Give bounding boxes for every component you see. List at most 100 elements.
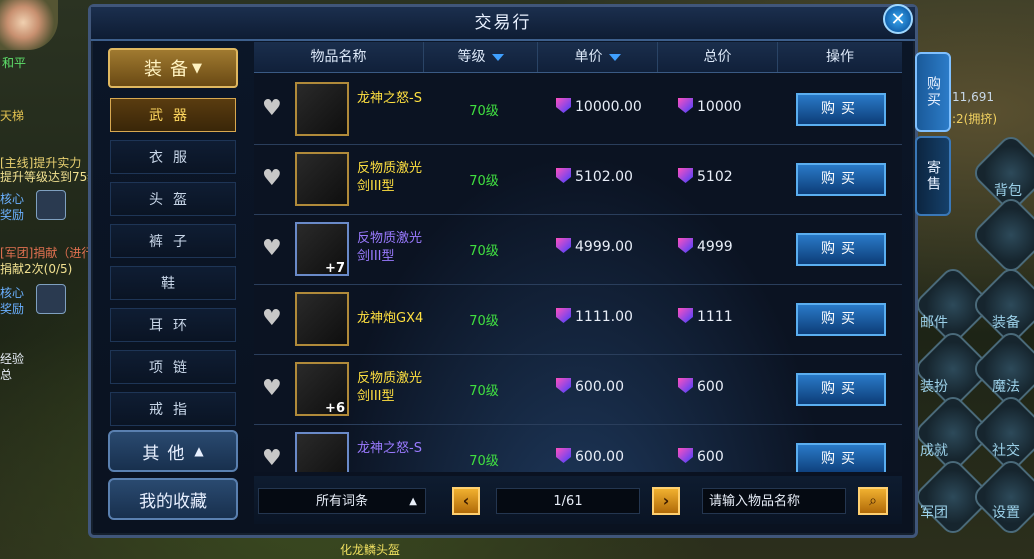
heart-icon[interactable]: ♥ [262,238,286,260]
item-table: 物品名称 等级 单价 总价 操作 ♥ 龙神之怒-S 70级 10000.00 1… [254,42,902,472]
channel-status[interactable]: :2(拥挤) [952,110,997,127]
reward-item-icon[interactable] [36,190,66,220]
category-other[interactable]: 其他 ▲ [108,430,238,472]
col-unit-price[interactable]: 单价 [538,42,658,72]
quest-legion-title[interactable]: [军团]捐献（进行 [0,244,93,261]
outfit-label: 装扮 [920,379,948,395]
search-input[interactable]: 请输入物品名称 [702,488,846,514]
heart-icon[interactable]: ♥ [262,168,286,190]
social-icon[interactable] [969,391,1034,475]
quest-main-desc: 提升等级达到75级 [0,170,100,184]
table-row[interactable]: ♥ 龙神之怒-S 70级 600.00 600 购买 [254,426,902,472]
ladder-label[interactable]: 天梯 [0,107,24,124]
total-price-value: 4999 [697,239,733,255]
unit-price-value: 600.00 [575,449,624,465]
total-price: 4999 [678,238,733,255]
buy-button[interactable]: 购买 [796,303,886,336]
buy-button[interactable]: 购买 [796,233,886,266]
category-item-earring[interactable]: 耳环 [110,308,236,342]
category-item-helmet[interactable]: 头盔 [110,182,236,216]
heart-icon[interactable]: ♥ [262,98,286,120]
tab-consign[interactable]: 寄售 [915,136,951,216]
item-name: 反物质激光剑III型 [357,371,423,404]
unit-price: 4999.00 [556,238,633,255]
filter-dropdown[interactable]: 所有词条 ▲ [258,488,426,514]
total-price: 600 [678,378,724,395]
col-name: 物品名称 [254,42,424,72]
legion-label: 军团 [920,505,948,521]
table-row[interactable]: ♥ +7 反物质激光剑III型 70级 4999.00 4999 购买 [254,216,902,285]
category-item-clothes[interactable]: 衣服 [110,140,236,174]
gear-icon[interactable] [969,193,1034,277]
category-item-shoes[interactable]: 鞋 [110,266,236,300]
item-level: 70级 [469,314,499,329]
buy-button[interactable]: 购买 [796,443,886,472]
equipment-icon[interactable] [969,263,1034,347]
item-slot[interactable]: +7 [295,222,349,276]
col-level[interactable]: 等级 [424,42,538,72]
table-row[interactable]: ♥ 龙神之怒-S 70级 10000.00 10000 购买 [254,76,902,145]
buy-button[interactable]: 购买 [796,163,886,196]
unit-price-value: 600.00 [575,379,624,395]
settings-icon[interactable] [969,455,1034,539]
category-equipment[interactable]: 装备 ▼ [108,48,238,88]
category-item-necklace[interactable]: 项链 [110,350,236,384]
col-total-price: 总价 [658,42,778,72]
unit-price: 600.00 [556,378,624,395]
item-slot[interactable] [295,292,349,346]
gem-icon [678,448,693,463]
settings-label: 设置 [992,505,1020,521]
gem-icon [678,308,693,323]
item-slot[interactable] [295,432,349,472]
window-title: 交易行 [91,7,915,41]
gem-icon [556,98,571,113]
table-header: 物品名称 等级 单价 总价 操作 [254,42,902,73]
heart-icon[interactable]: ♥ [262,308,286,330]
total-price: 600 [678,448,724,465]
reward-item-icon[interactable] [36,284,66,314]
col-action: 操作 [826,49,854,65]
next-page-button[interactable]: › [652,487,680,515]
chevron-up-icon: ▲ [194,444,204,458]
pk-status[interactable]: 和平 [2,54,26,71]
prev-page-button[interactable]: ‹ [452,487,480,515]
col-unit-price-label: 单价 [574,49,603,65]
table-row[interactable]: ♥ 反物质激光剑III型 70级 5102.00 5102 购买 [254,146,902,215]
bottom-item-text: 化龙鳞头盔 [340,543,401,557]
heart-icon[interactable]: ♥ [262,378,286,400]
close-icon[interactable]: ✕ [883,4,913,34]
table-row[interactable]: ♥ +6 反物质激光剑III型 70级 600.00 600 购买 [254,356,902,425]
buy-button[interactable]: 购买 [796,93,886,126]
item-level: 70级 [469,244,499,259]
bag-label: 背包 [994,183,1022,199]
reward-label-2: 奖励 [0,302,25,316]
item-slot[interactable] [295,82,349,136]
unit-price-value: 10000.00 [575,99,642,115]
total-price-value: 1111 [697,309,733,325]
category-item-pants[interactable]: 裤子 [110,224,236,258]
unit-price: 600.00 [556,448,624,465]
filter-value: 所有词条 [315,494,368,509]
total-price: 10000 [678,98,742,115]
category-equipment-label: 装备 [144,59,196,80]
buy-button[interactable]: 购买 [796,373,886,406]
favorites-button[interactable]: 我的收藏 [108,478,238,520]
category-item-ring[interactable]: 戒指 [110,392,236,426]
item-slot[interactable] [295,152,349,206]
achievement-label: 成就 [920,443,948,459]
page-indicator: 1/61 [496,488,640,514]
chevron-up-icon: ▲ [409,496,417,507]
heart-icon[interactable]: ♥ [262,448,286,470]
table-row[interactable]: ♥ 龙神炮GX4 70级 1111.00 1111 购买 [254,286,902,355]
item-name: 反物质激光剑III型 [357,161,423,194]
unit-price: 10000.00 [556,98,642,115]
gem-icon [678,168,693,183]
search-icon[interactable]: ⌕ [858,487,888,515]
item-level: 70级 [469,104,499,119]
item-slot[interactable]: +6 [295,362,349,416]
tab-buy[interactable]: 购买 [915,52,951,132]
item-name: 龙神之怒-S [357,91,422,106]
category-item-weapon[interactable]: 武器 [110,98,236,132]
magic-icon[interactable] [969,327,1034,411]
player-avatar[interactable] [0,0,58,50]
